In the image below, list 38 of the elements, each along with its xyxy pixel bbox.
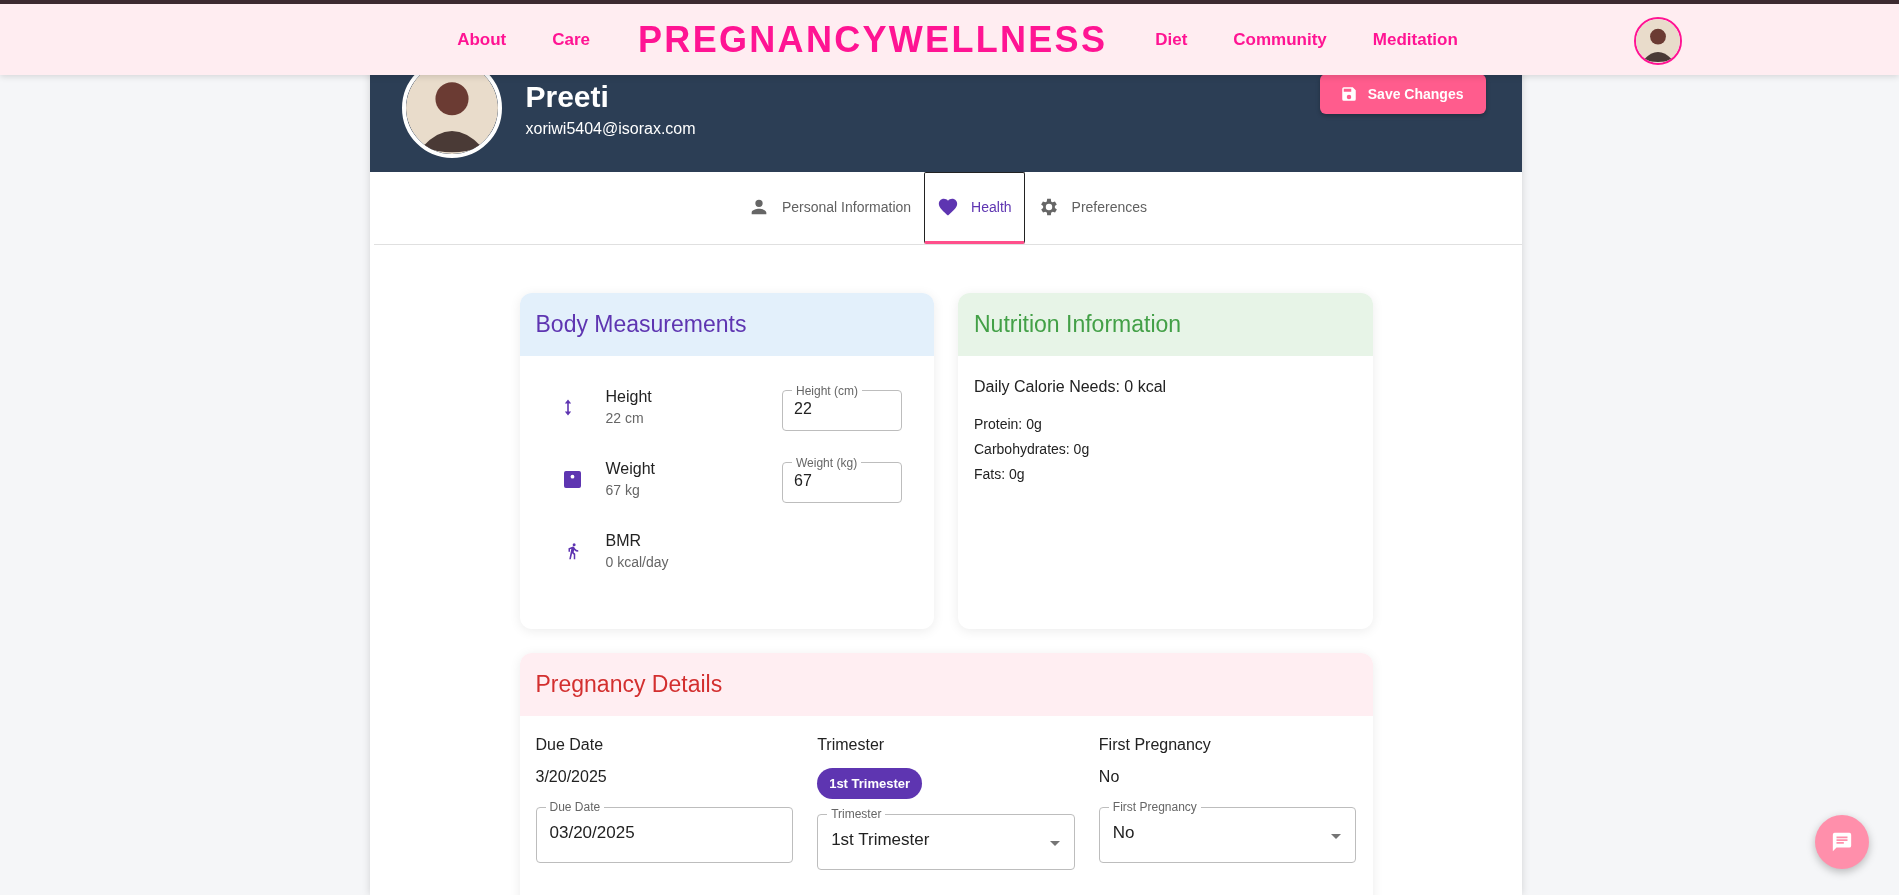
measurement-label: Height — [605, 388, 653, 406]
height-arrow-icon — [563, 398, 572, 416]
detail-value: 3/20/2025 — [535, 768, 607, 787]
measurement-value: 67 kg — [605, 482, 641, 498]
detail-label: Due Date — [535, 736, 604, 754]
caret-icon — [1331, 834, 1342, 839]
tab[interactable]: Personal Information — [734, 172, 925, 244]
caret-icon — [1049, 841, 1060, 846]
card-title: Body Measurements — [519, 293, 934, 356]
detail-value: No — [1098, 768, 1120, 787]
measurement-value: 22 cm — [605, 410, 645, 426]
tab[interactable]: Health — [924, 172, 1025, 244]
measurement-label: BMR — [605, 532, 643, 550]
chat-icon — [1831, 831, 1853, 853]
detail-label: Trimester — [817, 736, 885, 754]
calorie-text: Daily Calorie Needs: 0 kcal — [974, 378, 1168, 396]
profile-name: Preeti — [525, 80, 610, 114]
scale-icon — [563, 470, 581, 488]
avatar — [1636, 19, 1680, 63]
macro-text: Carbohydrates: 0g — [974, 441, 1091, 457]
measurement-label: Weight — [605, 460, 656, 478]
measurement-value: 0 kcal/day — [605, 554, 670, 570]
card-title: Nutrition Information — [958, 293, 1373, 356]
trimester-chip: 1st Trimester — [817, 768, 923, 799]
input-field[interactable]: Weight (kg) 67 — [782, 455, 902, 503]
detail-label: First Pregnancy — [1098, 736, 1211, 754]
chat-button[interactable] — [1815, 815, 1869, 869]
select-field[interactable]: Trimester 1st Trimester — [817, 807, 1075, 870]
macro-text: Fats: 0g — [974, 466, 1026, 482]
macro-text: Protein: 0g — [974, 416, 1043, 432]
input-field[interactable]: Height (cm) 22 — [782, 383, 902, 431]
save-icon — [1339, 85, 1358, 103]
select-field[interactable]: First Pregnancy No — [1098, 800, 1357, 863]
profile-email: xoriwi5404@isorax.com — [525, 120, 696, 138]
tab[interactable]: Preferences — [1024, 172, 1161, 244]
input-field[interactable]: Due Date 03/20/2025 — [535, 800, 794, 863]
heart-icon — [937, 196, 960, 218]
card-title: Pregnancy Details — [519, 653, 1373, 716]
